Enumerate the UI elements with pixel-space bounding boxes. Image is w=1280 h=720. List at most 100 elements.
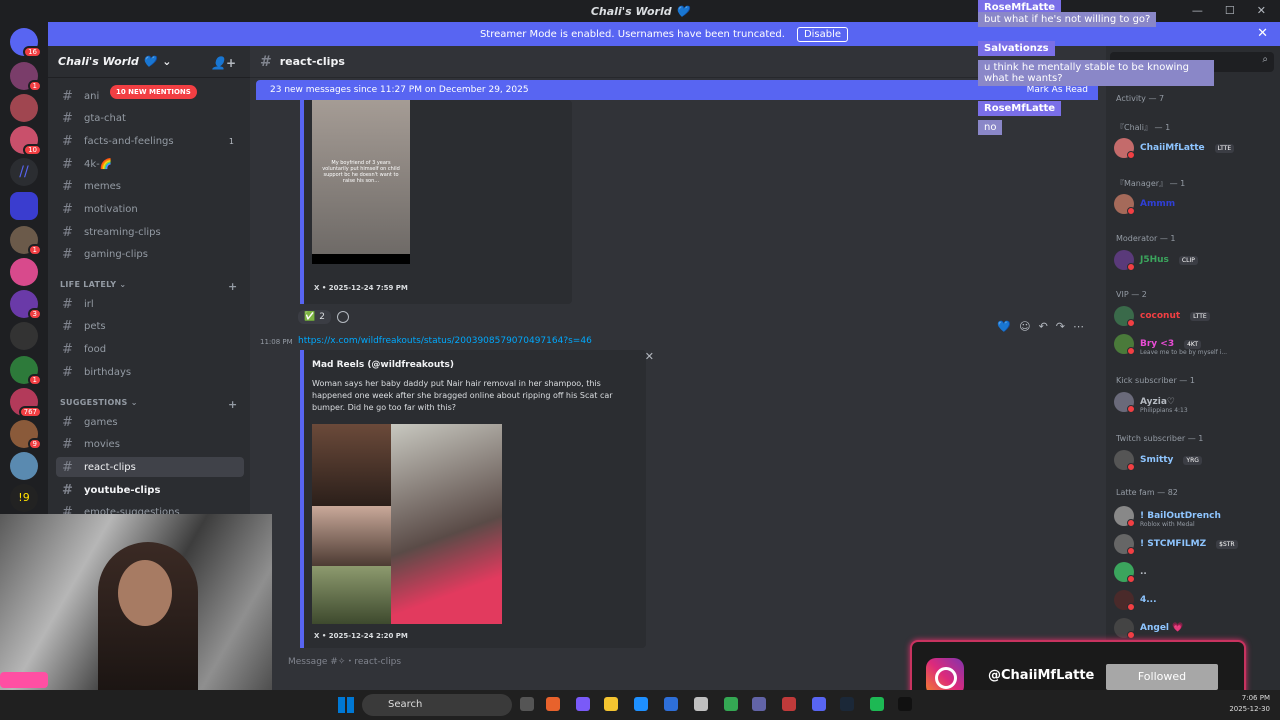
mark-as-read-button[interactable]: Mark As Read (1027, 85, 1088, 95)
member-item[interactable]: .. (1114, 560, 1280, 584)
server-icon[interactable]: 3 (10, 290, 42, 320)
close-banner-icon[interactable]: ✕ (1257, 26, 1268, 41)
channel-4k[interactable]: #4k-🌈 (56, 154, 244, 174)
server-icon[interactable]: !9 (10, 484, 38, 512)
server-icon[interactable] (10, 94, 38, 122)
followed-button[interactable]: Followed (1106, 664, 1218, 690)
member-item[interactable]: Angel 💗 (1114, 616, 1280, 640)
steam-icon[interactable] (840, 697, 854, 711)
teams-icon[interactable] (752, 697, 766, 711)
app-icon[interactable] (546, 697, 560, 711)
close-window-button[interactable]: ✕ (1257, 0, 1266, 22)
member-item[interactable]: ! STCMFILMZ $STR (1114, 532, 1280, 556)
server-icon[interactable]: 1 (10, 226, 42, 256)
server-icon[interactable]: 1 (10, 356, 42, 386)
task-view-icon[interactable] (520, 697, 534, 711)
discord-home-icon[interactable]: 16 (10, 28, 42, 58)
channel-motivation[interactable]: # motivation (56, 199, 244, 219)
clock[interactable]: 7:06 PM 2025-12-30 (1229, 693, 1270, 715)
reaction-check[interactable]: ✅ 2 (298, 310, 331, 324)
member-item[interactable]: 4... (1114, 588, 1280, 612)
channel-movies[interactable]: # movies (56, 434, 244, 454)
member-item[interactable]: Bry <3 4KT Leave me to be by myself i... (1114, 332, 1280, 356)
channel-pets[interactable]: # pets (56, 316, 244, 336)
hash-icon: # (260, 53, 272, 70)
app-icon[interactable] (664, 697, 678, 711)
new-mentions-pill[interactable]: 10 NEW MENTIONS (110, 85, 197, 99)
channel-gaming-clips[interactable]: # gaming-clips (56, 244, 244, 264)
channel-gta-chat[interactable]: # gta-chat (56, 108, 244, 128)
server-icon[interactable]: // (10, 158, 38, 186)
message-link[interactable]: https://x.com/wildfreakouts/status/20039… (298, 336, 592, 346)
forward-icon[interactable]: ↷ (1056, 320, 1065, 333)
channel-birthdays[interactable]: # birthdays (56, 362, 244, 382)
message-input[interactable]: Message #✧・react-clips (288, 654, 401, 667)
server-icon[interactable] (10, 192, 38, 220)
member-category: Twitch subscriber — 1 (1116, 434, 1204, 443)
member-item[interactable]: ! BailOutDrench Roblox with Medal (1114, 504, 1280, 528)
spotify-icon[interactable] (870, 697, 884, 711)
file-explorer-icon[interactable] (604, 697, 618, 711)
member-item[interactable]: ChaiiMfLatte LTTE (1114, 136, 1280, 160)
video-embed: My boyfriend of 3 years voluntarily put … (300, 100, 572, 304)
server-icon[interactable]: 767 (10, 388, 42, 418)
member-category: Moderator — 1 (1116, 234, 1176, 243)
server-icon[interactable] (10, 452, 38, 480)
embed-author[interactable]: Mad Reels (@wildfreakouts) (312, 360, 454, 370)
channel-irl[interactable]: # irl (56, 294, 244, 314)
reaction-row: ✅ 2 (298, 310, 349, 324)
reply-icon[interactable]: ↶ (1039, 320, 1048, 333)
edge-icon[interactable] (634, 697, 648, 711)
chrome-icon[interactable] (724, 697, 738, 711)
window-controls: — ☐ ✕ (1192, 0, 1280, 22)
channel-title: react-clips (279, 55, 345, 68)
category-life-lately[interactable]: LIFE LATELY ⌄ + (60, 280, 237, 293)
server-icon[interactable] (10, 258, 38, 286)
guild-header[interactable]: Chali's World 💙 ⌄ 👤+ (48, 46, 250, 78)
server-icon[interactable]: 9 (10, 420, 42, 450)
tiktok-icon[interactable] (898, 697, 912, 711)
channel-games[interactable]: # games (56, 412, 244, 432)
channel-streaming-clips[interactable]: # streaming-clips (56, 222, 244, 242)
app-icon[interactable] (576, 697, 590, 711)
maximize-button[interactable]: ☐ (1225, 0, 1235, 22)
member-item[interactable]: J5Hus CLIP (1114, 248, 1280, 272)
member-category: VIP — 2 (1116, 290, 1147, 299)
channel-facts-and-feelings[interactable]: # facts-and-feelings 1 (56, 131, 244, 151)
taskbar-search[interactable]: Search (362, 694, 512, 716)
channel-food[interactable]: # food (56, 339, 244, 359)
windows-start-icon[interactable] (338, 697, 354, 713)
overlay-message: no (978, 120, 1003, 135)
video-thumbnail[interactable]: My boyfriend of 3 years voluntarily put … (312, 100, 410, 264)
member-item[interactable]: Smitty YRG (1114, 448, 1280, 472)
server-icon[interactable]: 1 (10, 62, 42, 92)
search-icon: ⌕ (1262, 54, 1268, 65)
emoji-icon[interactable]: ☺ (1019, 320, 1030, 333)
member-item[interactable]: Ayzia♡ Philippians 4:13 (1114, 390, 1280, 414)
close-embed-icon[interactable]: ✕ (645, 350, 654, 363)
category-suggestions[interactable]: SUGGESTIONS ⌄ + (60, 398, 237, 411)
invite-icon[interactable]: 👤+ (211, 56, 236, 70)
discord-taskbar-icon[interactable] (812, 697, 826, 711)
clock-date: 2025-12-30 (1229, 705, 1270, 713)
disable-streamer-mode-button[interactable]: Disable (796, 26, 849, 42)
server-icon[interactable]: 10 (10, 126, 42, 156)
more-icon[interactable]: ⋯ (1073, 320, 1084, 333)
microphone (0, 672, 48, 688)
new-messages-bar[interactable]: 23 new messages since 11:27 PM on Decemb… (256, 80, 1098, 100)
channel-memes[interactable]: # memes (56, 176, 244, 196)
overlay-username: Salvationzs (978, 41, 1055, 56)
server-icon[interactable] (10, 322, 38, 350)
minimize-button[interactable]: — (1192, 0, 1203, 22)
member-item[interactable]: Ammm (1114, 192, 1280, 216)
member-item[interactable]: coconut LTTE (1114, 304, 1280, 328)
member-category: 『Manager』 — 1 (1116, 179, 1186, 188)
embed-footer: X • 2025-12-24 2:20 PM (314, 632, 408, 640)
app-icon[interactable] (782, 697, 796, 711)
embed-image[interactable] (312, 424, 502, 624)
add-reaction-icon[interactable] (336, 311, 349, 323)
app-icon[interactable] (694, 697, 708, 711)
heart-icon[interactable]: 💙 (997, 320, 1011, 333)
channel-react-clips[interactable]: # react-clips (56, 457, 244, 477)
channel-youtube-clips[interactable]: # youtube-clips (56, 480, 244, 500)
